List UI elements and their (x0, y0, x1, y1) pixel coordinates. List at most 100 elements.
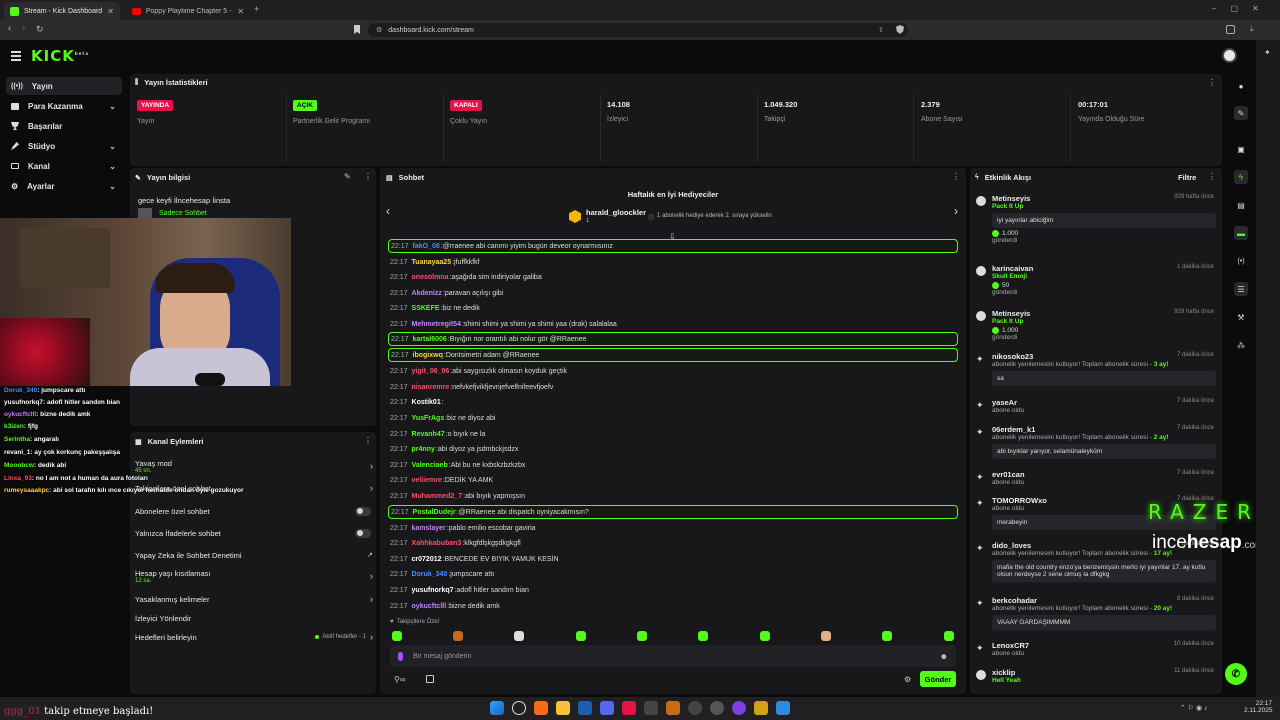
chat-username[interactable]: yigit_06_06 (412, 368, 450, 375)
category-name[interactable]: Sadece Sohbet (159, 210, 207, 217)
chat-message[interactable]: 22:17 veliiemre: DEDİK YA AMK (388, 473, 958, 487)
chat-username[interactable]: fakO_08 (413, 243, 440, 250)
doc-icon[interactable]: ▤ (1234, 198, 1248, 212)
support-chat-button[interactable]: ✆ (1225, 663, 1247, 685)
action-ai-moderation[interactable]: Yapay Zeka ile Sohbet Denetimi ↗ (135, 547, 373, 563)
emote-icon[interactable] (821, 631, 831, 641)
event-item[interactable]: ✦ nikosoko23 abonelik yenilemesini kutluyo… (976, 352, 1216, 386)
action-goals[interactable]: Hedefleri belirleyin Aktif hedefler - 1 … (135, 629, 373, 645)
chat-message[interactable]: 22:17 cr072012: BENCEDE EV BIYIK YAMUK KE… (388, 552, 958, 566)
event-item[interactable]: ✦ LenoxCR7 abone oldu 10 dakika önce (976, 641, 1216, 657)
app-icon[interactable] (776, 701, 790, 715)
close-tab-icon[interactable]: ✕ (107, 7, 114, 16)
chat-message[interactable]: 22:17 Revanh47: o bıyık ne la (388, 427, 958, 441)
chat-username[interactable]: kamslayer (412, 525, 446, 532)
app-icon[interactable] (754, 701, 768, 715)
app-icon[interactable] (644, 701, 658, 715)
chat-username[interactable]: nisanremre (412, 384, 450, 391)
chat-username[interactable]: ibogixwq (413, 352, 443, 359)
app-icon[interactable] (710, 701, 724, 715)
edit-icon[interactable]: ✎ (344, 172, 351, 181)
chat-message[interactable]: 22:17 onesolmna: aşağıda sim indiriyolar … (388, 270, 958, 284)
browser-sidebar-icon[interactable]: ✦ (1264, 48, 1271, 57)
chat-message[interactable]: 22:17 Kostik01: (388, 395, 958, 409)
event-item[interactable]: karincaivan Skull Emoji 50 gönderdi 1 dakika… (976, 264, 1216, 296)
url-bar[interactable]: ⚙ dashboard.kick.com/stream (368, 23, 908, 37)
action-slow-mode[interactable]: Yavaş mod 45 sn. › (135, 458, 373, 474)
more-options-icon[interactable]: ⋮ (364, 172, 372, 181)
wrench-icon[interactable]: ⚒ (1234, 310, 1248, 324)
top-gifter-name[interactable]: harald_gloockler (586, 208, 646, 217)
new-tab-icon[interactable]: + (254, 4, 259, 14)
obs-icon[interactable] (688, 701, 702, 715)
app-icon[interactable] (666, 701, 680, 715)
chat-input[interactable]: Bir mesaj gönderin ☻ (390, 645, 956, 667)
chat-message[interactable]: 22:17 Xahhkabuban3: klkgfdlşkgşdkgkgfl (388, 536, 958, 550)
chat-username[interactable]: veliiemre (412, 477, 442, 484)
emote-icon[interactable] (514, 631, 524, 641)
action-emotes-only[interactable]: Yalnızca İfadelerle sohbet (135, 525, 373, 541)
event-item[interactable]: Metinseyis Pack It Up iyi yayınlar abiciği… (976, 194, 1216, 244)
brave-icon[interactable] (534, 701, 548, 715)
chat-username[interactable]: yusufnorkq7 (412, 587, 454, 594)
chat-username[interactable]: pr4nny (412, 446, 435, 453)
more-options-icon[interactable]: ⋮ (1208, 172, 1216, 181)
send-button[interactable]: Gönder (920, 671, 956, 687)
site-info-icon[interactable]: ⚙ (376, 26, 382, 34)
settings-link-icon[interactable]: ⚲∞ (394, 675, 406, 684)
chat-icon[interactable]: ▬ (1234, 226, 1248, 240)
chat-message[interactable]: 22:17 ibogixwq: Dontsimetri adam @RRaenee (388, 348, 958, 362)
emote-icon[interactable] (453, 631, 463, 641)
bolt-icon[interactable]: ϟ (1234, 170, 1248, 184)
emote-icon[interactable] (392, 631, 402, 641)
chat-username[interactable]: onesolmna (412, 274, 449, 281)
discord-icon[interactable] (600, 701, 614, 715)
chat-message[interactable]: 22:17 yigit_06_06: abi saygısızlık olması… (388, 364, 958, 378)
event-item[interactable]: Metinseyis Pack It Up 1.000 gönderdi 929 haf… (976, 309, 1216, 341)
chevron-right-icon[interactable]: › (954, 204, 958, 218)
emote-icon[interactable] (760, 631, 770, 641)
chat-username[interactable]: cr072012 (412, 556, 442, 563)
steam-icon[interactable] (578, 701, 592, 715)
close-tab-icon[interactable]: ✕ (237, 7, 244, 16)
chat-message[interactable]: 22:17 PostalDudejr: @RRaenee abi dispatch… (388, 505, 958, 519)
chat-message[interactable]: 22:17 kartal6006: Bıyığın nor orantılı ab… (388, 332, 958, 346)
chat-username[interactable]: Xahhkabuban3 (412, 540, 462, 547)
share-icon[interactable]: ⁂ (1234, 338, 1248, 352)
chat-message[interactable]: 22:17 Akdenizz: paravan açılışı gibi (388, 286, 958, 300)
chat-username[interactable]: YusFrAgs (412, 415, 445, 422)
chat-message[interactable]: 22:17 Mehmetregit54: shimi shimi ya shimi… (388, 317, 958, 331)
event-item[interactable]: ✦ 06erdem_k1 abonelik yenilemesini kutluyo… (976, 425, 1216, 459)
chat-message[interactable]: 22:17 SSKEFE: biz ne dedik (388, 301, 958, 315)
list-icon[interactable]: ☰ (1234, 282, 1248, 296)
more-options-icon[interactable]: ⋮ (952, 172, 960, 181)
chat-username[interactable]: kartal6006 (413, 336, 447, 343)
emote-icon[interactable] (576, 631, 586, 641)
event-item[interactable]: ✦ yaseAr abone oldu 7 dakika önce (976, 398, 1216, 414)
chat-message[interactable]: 22:17 Tuanayaa25: jfuffkkfkf (388, 255, 958, 269)
chat-username[interactable]: Kostik01 (412, 399, 441, 406)
more-options-icon[interactable]: ⋮ (364, 436, 372, 445)
emote-icon[interactable] (637, 631, 647, 641)
user-avatar[interactable] (1222, 48, 1237, 63)
chat-message[interactable]: 22:17 fakO_08: @rraenee abi canımı yiyim … (388, 239, 958, 253)
action-account-age[interactable]: Hesap yaşı kısıtlaması 12 sa. › (135, 568, 373, 584)
app-icon[interactable] (622, 701, 636, 715)
forward-icon[interactable]: › (22, 23, 25, 34)
sidebar-item-kanal[interactable]: Kanal ⌄ (6, 157, 122, 175)
mic-icon[interactable] (398, 651, 403, 661)
chat-username[interactable]: oykucftclll (412, 603, 447, 610)
toggle-switch[interactable] (355, 506, 371, 516)
back-icon[interactable]: ‹ (8, 23, 11, 34)
chat-settings-icon[interactable]: ⚙ (904, 675, 911, 684)
chat-message[interactable]: 22:17 pr4nny: abi diyoz ya jsdmbckjsdzx (388, 442, 958, 456)
chat-message[interactable]: 22:17 kamslayer: pablo emilio escobar gav… (388, 521, 958, 535)
sidebar-item-studyo[interactable]: Stüdyo ⌄ (6, 137, 122, 155)
chat-username[interactable]: Akdenizz (412, 290, 442, 297)
sidebar-item-para-kazanma[interactable]: Para Kazanma ⌄ (6, 97, 122, 115)
chat-message[interactable]: 22:17 Muhammed2_7: abi bıyık yapmışsın (388, 489, 958, 503)
sidebar-item-basarilar[interactable]: Başarılar (6, 117, 122, 135)
action-raid[interactable]: İzleyici Yönlendir (135, 610, 373, 626)
emote-icon[interactable] (882, 631, 892, 641)
chat-username[interactable]: Revanh47 (412, 431, 445, 438)
